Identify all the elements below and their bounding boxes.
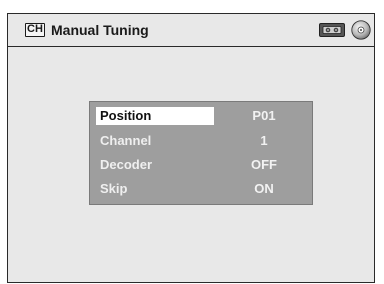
menu-item-skip-value: ON — [254, 181, 274, 196]
menu-item-position-value: P01 — [252, 108, 276, 123]
vcr-tape-icon — [319, 23, 345, 37]
menu-item-skip-label: Skip — [100, 181, 128, 196]
menu-row-decoder[interactable]: Decoder OFF — [96, 156, 308, 174]
osd-screen: CH Manual Tuning Position P01 Channel 1 … — [7, 13, 375, 283]
channel-icon: CH — [25, 23, 45, 37]
header-bar: CH Manual Tuning — [8, 14, 374, 47]
page-title: Manual Tuning — [51, 22, 149, 38]
menu-item-decoder-label: Decoder — [100, 157, 153, 172]
menu-row-channel[interactable]: Channel 1 — [96, 132, 308, 150]
menu-row-position[interactable]: Position P01 — [96, 107, 308, 125]
manual-tuning-menu: Position P01 Channel 1 Decoder OFF Skip … — [89, 101, 313, 205]
menu-item-decoder-value: OFF — [251, 157, 277, 172]
menu-row-skip[interactable]: Skip ON — [96, 180, 308, 198]
menu-item-channel-label: Channel — [100, 133, 152, 148]
menu-item-channel-value: 1 — [260, 133, 268, 148]
menu-item-position-label: Position — [96, 107, 214, 125]
dvd-disc-icon — [351, 20, 371, 40]
